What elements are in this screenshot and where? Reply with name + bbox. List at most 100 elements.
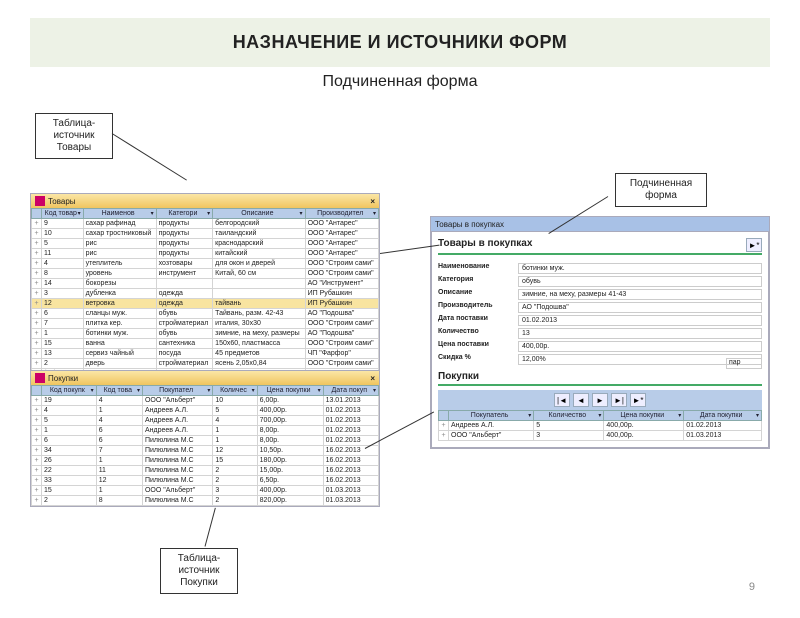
field-value[interactable]: 13 xyxy=(518,328,762,339)
table-row[interactable]: +151ООО "Альберт"3400,00р.01.03.2013 xyxy=(32,486,379,496)
field-label: Наименование xyxy=(438,263,518,274)
column-header[interactable]: Код това▾ xyxy=(96,386,142,396)
table-row[interactable]: +66Пилюлина М.С18,00р.01.02.2013 xyxy=(32,436,379,446)
table-row[interactable]: +8уровеньинструментКитай, 60 смООО "Стро… xyxy=(32,269,379,279)
callout-tovary-source: Таблица-источник Товары xyxy=(35,113,113,159)
leader-line xyxy=(205,508,216,547)
form-field-row: Описаниезимние, на меху, размеры 41-43 xyxy=(438,289,762,300)
close-icon[interactable]: × xyxy=(370,197,375,206)
field-label: Скидка % xyxy=(438,354,518,365)
form-tab-label: Товары в покупках xyxy=(435,220,504,229)
field-value[interactable]: ботинки муж. xyxy=(518,263,762,274)
table-row[interactable]: +9сахар рафинадпродуктыбелгородскийООО "… xyxy=(32,219,379,229)
column-header[interactable]: Количество▾ xyxy=(534,411,604,421)
table-row[interactable]: +41Андреев А.Л.5400,00р.01.02.2013 xyxy=(32,406,379,416)
column-header[interactable]: Код товар▾ xyxy=(42,209,84,219)
table-row[interactable]: +4утеплительхозтоварыдля окон и дверейОО… xyxy=(32,259,379,269)
table-row[interactable]: +10сахар тростниковыйпродуктытаиландский… xyxy=(32,229,379,239)
table-row[interactable]: +54Андреев А.Л.4700,00р.01.02.2013 xyxy=(32,416,379,426)
tovary-tab-label: Товары xyxy=(48,197,76,206)
close-icon[interactable]: × xyxy=(370,374,375,383)
table-row[interactable]: +194ООО "Альберт"106,00р.13.01.2013 xyxy=(32,396,379,406)
form-field-row: Категорияобувь xyxy=(438,276,762,287)
table-row[interactable]: +Андреев А.Л.5400,00р.01.02.2013 xyxy=(439,421,762,431)
column-header[interactable]: Производител▾ xyxy=(305,209,378,219)
nav-new-button[interactable]: ►* xyxy=(746,238,762,252)
column-header[interactable]: Покупатель▾ xyxy=(449,411,534,421)
subform-title: Покупки xyxy=(438,371,762,386)
column-header[interactable]: Описание▾ xyxy=(213,209,305,219)
table-row[interactable]: +3дубленкаодеждаИП Рубашкин xyxy=(32,289,379,299)
column-header[interactable]: Наименов▾ xyxy=(83,209,156,219)
nav-last-button[interactable]: ►| xyxy=(611,393,627,407)
field-value[interactable]: зимние, на меху, размеры 41-43 xyxy=(518,289,762,300)
slide-title: НАЗНАЧЕНИЕ И ИСТОЧНИКИ ФОРМ xyxy=(30,32,770,53)
form-field-row: Скидка %12,00% xyxy=(438,354,762,365)
field-label: Производитель xyxy=(438,302,518,313)
field-label: Дата поставки xyxy=(438,315,518,326)
table-row[interactable]: +5риспродуктыкраснодарскийООО "Антарес" xyxy=(32,239,379,249)
table-row[interactable]: +16Андреев А.Л.18,00р.01.02.2013 xyxy=(32,426,379,436)
table-row[interactable]: +6сланцы муж.обувьТайвань, разм. 42-43АО… xyxy=(32,309,379,319)
field-label: Цена поставки xyxy=(438,341,518,352)
column-header[interactable]: Дата покуп▾ xyxy=(323,386,378,396)
pokupki-table-panel: Покупки × Код покупк▾Код това▾Покупател▾… xyxy=(30,370,380,507)
pokupki-tab-label: Покупки xyxy=(48,374,78,383)
table-row[interactable]: +2дверьстройматериалясень 2,05х0,84ООО "… xyxy=(32,359,379,369)
table-row[interactable]: +ООО "Альберт"3400,00р.01.03.2013 xyxy=(439,431,762,441)
slide-subtitle: Подчиненная форма xyxy=(0,73,800,91)
form-tab-bar[interactable]: Товары в покупках xyxy=(431,217,769,231)
tovary-table-panel: Товары × Код товар▾Наименов▾Категори▾Опи… xyxy=(30,193,380,380)
tovary-tab-bar[interactable]: Товары × xyxy=(31,194,379,208)
tovary-datagrid[interactable]: Код товар▾Наименов▾Категори▾Описание▾Про… xyxy=(31,208,379,379)
table-row[interactable]: +14бокорезыАО "Инструмент" xyxy=(32,279,379,289)
column-header[interactable]: Количес▾ xyxy=(213,386,257,396)
nav-next-button[interactable]: ► xyxy=(592,393,608,407)
pokupki-datagrid[interactable]: Код покупк▾Код това▾Покупател▾Количес▾Це… xyxy=(31,385,379,506)
field-label: Описание xyxy=(438,289,518,300)
table-row[interactable]: +15ваннасантехника150x60, пластмассаООО … xyxy=(32,339,379,349)
callout-subform: Подчиненная форма xyxy=(615,173,707,207)
subform-datagrid[interactable]: Покупатель▾Количество▾Цена покупки▾Дата … xyxy=(438,410,762,441)
table-row[interactable]: +28Пилюлина М.С2820,00р.01.03.2013 xyxy=(32,496,379,506)
slide-title-band: НАЗНАЧЕНИЕ И ИСТОЧНИКИ ФОРМ xyxy=(30,18,770,67)
form-field-row: Количество13 xyxy=(438,328,762,339)
nav-first-button[interactable]: |◄ xyxy=(554,393,570,407)
table-row[interactable]: +2211Пилюлина М.С215,00р.16.02.2013 xyxy=(32,466,379,476)
form-field-row: Дата поставки01.02.2013 xyxy=(438,315,762,326)
form-field-row: ПроизводительАО "Подошва" xyxy=(438,302,762,313)
form-field-row: Цена поставки400,00р. xyxy=(438,341,762,352)
table-row[interactable]: +1ботинки муж.обувьзимние, на меху, разм… xyxy=(32,329,379,339)
unit-field[interactable]: пар xyxy=(726,358,762,369)
table-icon xyxy=(35,373,45,383)
table-row[interactable]: +13сервиз чайныйпосуда45 предметовЧП "Фа… xyxy=(32,349,379,359)
table-row[interactable]: +347Пилюлина М.С1210,50р.16.02.2013 xyxy=(32,446,379,456)
column-header[interactable]: Категори▾ xyxy=(156,209,213,219)
column-header[interactable]: Дата покупки▾ xyxy=(684,411,762,421)
field-label: Количество xyxy=(438,328,518,339)
field-value[interactable]: 400,00р. xyxy=(518,341,762,352)
page-number: 9 xyxy=(749,581,755,593)
pokupki-tab-bar[interactable]: Покупки × xyxy=(31,371,379,385)
column-header[interactable]: Код покупк▾ xyxy=(42,386,97,396)
table-row[interactable]: +12ветровкаодеждатайваньИП Рубашкин xyxy=(32,299,379,309)
field-value[interactable]: 01.02.2013 xyxy=(518,315,762,326)
column-header[interactable]: Цена покупки▾ xyxy=(257,386,323,396)
record-nav-top: ►* xyxy=(746,238,762,252)
nav-new-button[interactable]: ►* xyxy=(630,393,646,407)
column-header[interactable]: Цена покупки▾ xyxy=(604,411,684,421)
subform-record-nav: |◄ ◄ ► ►| ►* xyxy=(438,390,762,410)
column-header[interactable]: Покупател▾ xyxy=(142,386,212,396)
field-value[interactable]: обувь xyxy=(518,276,762,287)
field-value[interactable]: АО "Подошва" xyxy=(518,302,762,313)
table-row[interactable]: +3312Пилюлина М.С26,50р.16.02.2013 xyxy=(32,476,379,486)
nav-prev-button[interactable]: ◄ xyxy=(573,393,589,407)
table-row[interactable]: +261Пилюлина М.С15180,00р.16.02.2013 xyxy=(32,456,379,466)
table-row[interactable]: +11риспродуктыкитайскийООО "Антарес" xyxy=(32,249,379,259)
form-title: Товары в покупках xyxy=(438,238,762,249)
field-label: Категория xyxy=(438,276,518,287)
table-row[interactable]: +7плитка кер.стройматериалиталия, 30x30О… xyxy=(32,319,379,329)
form-field-row: Наименованиеботинки муж. xyxy=(438,263,762,274)
callout-pokupki-source: Таблица-источник Покупки xyxy=(160,548,238,594)
subform-panel: Товары в покупках ►* Товары в покупках Н… xyxy=(430,216,770,449)
